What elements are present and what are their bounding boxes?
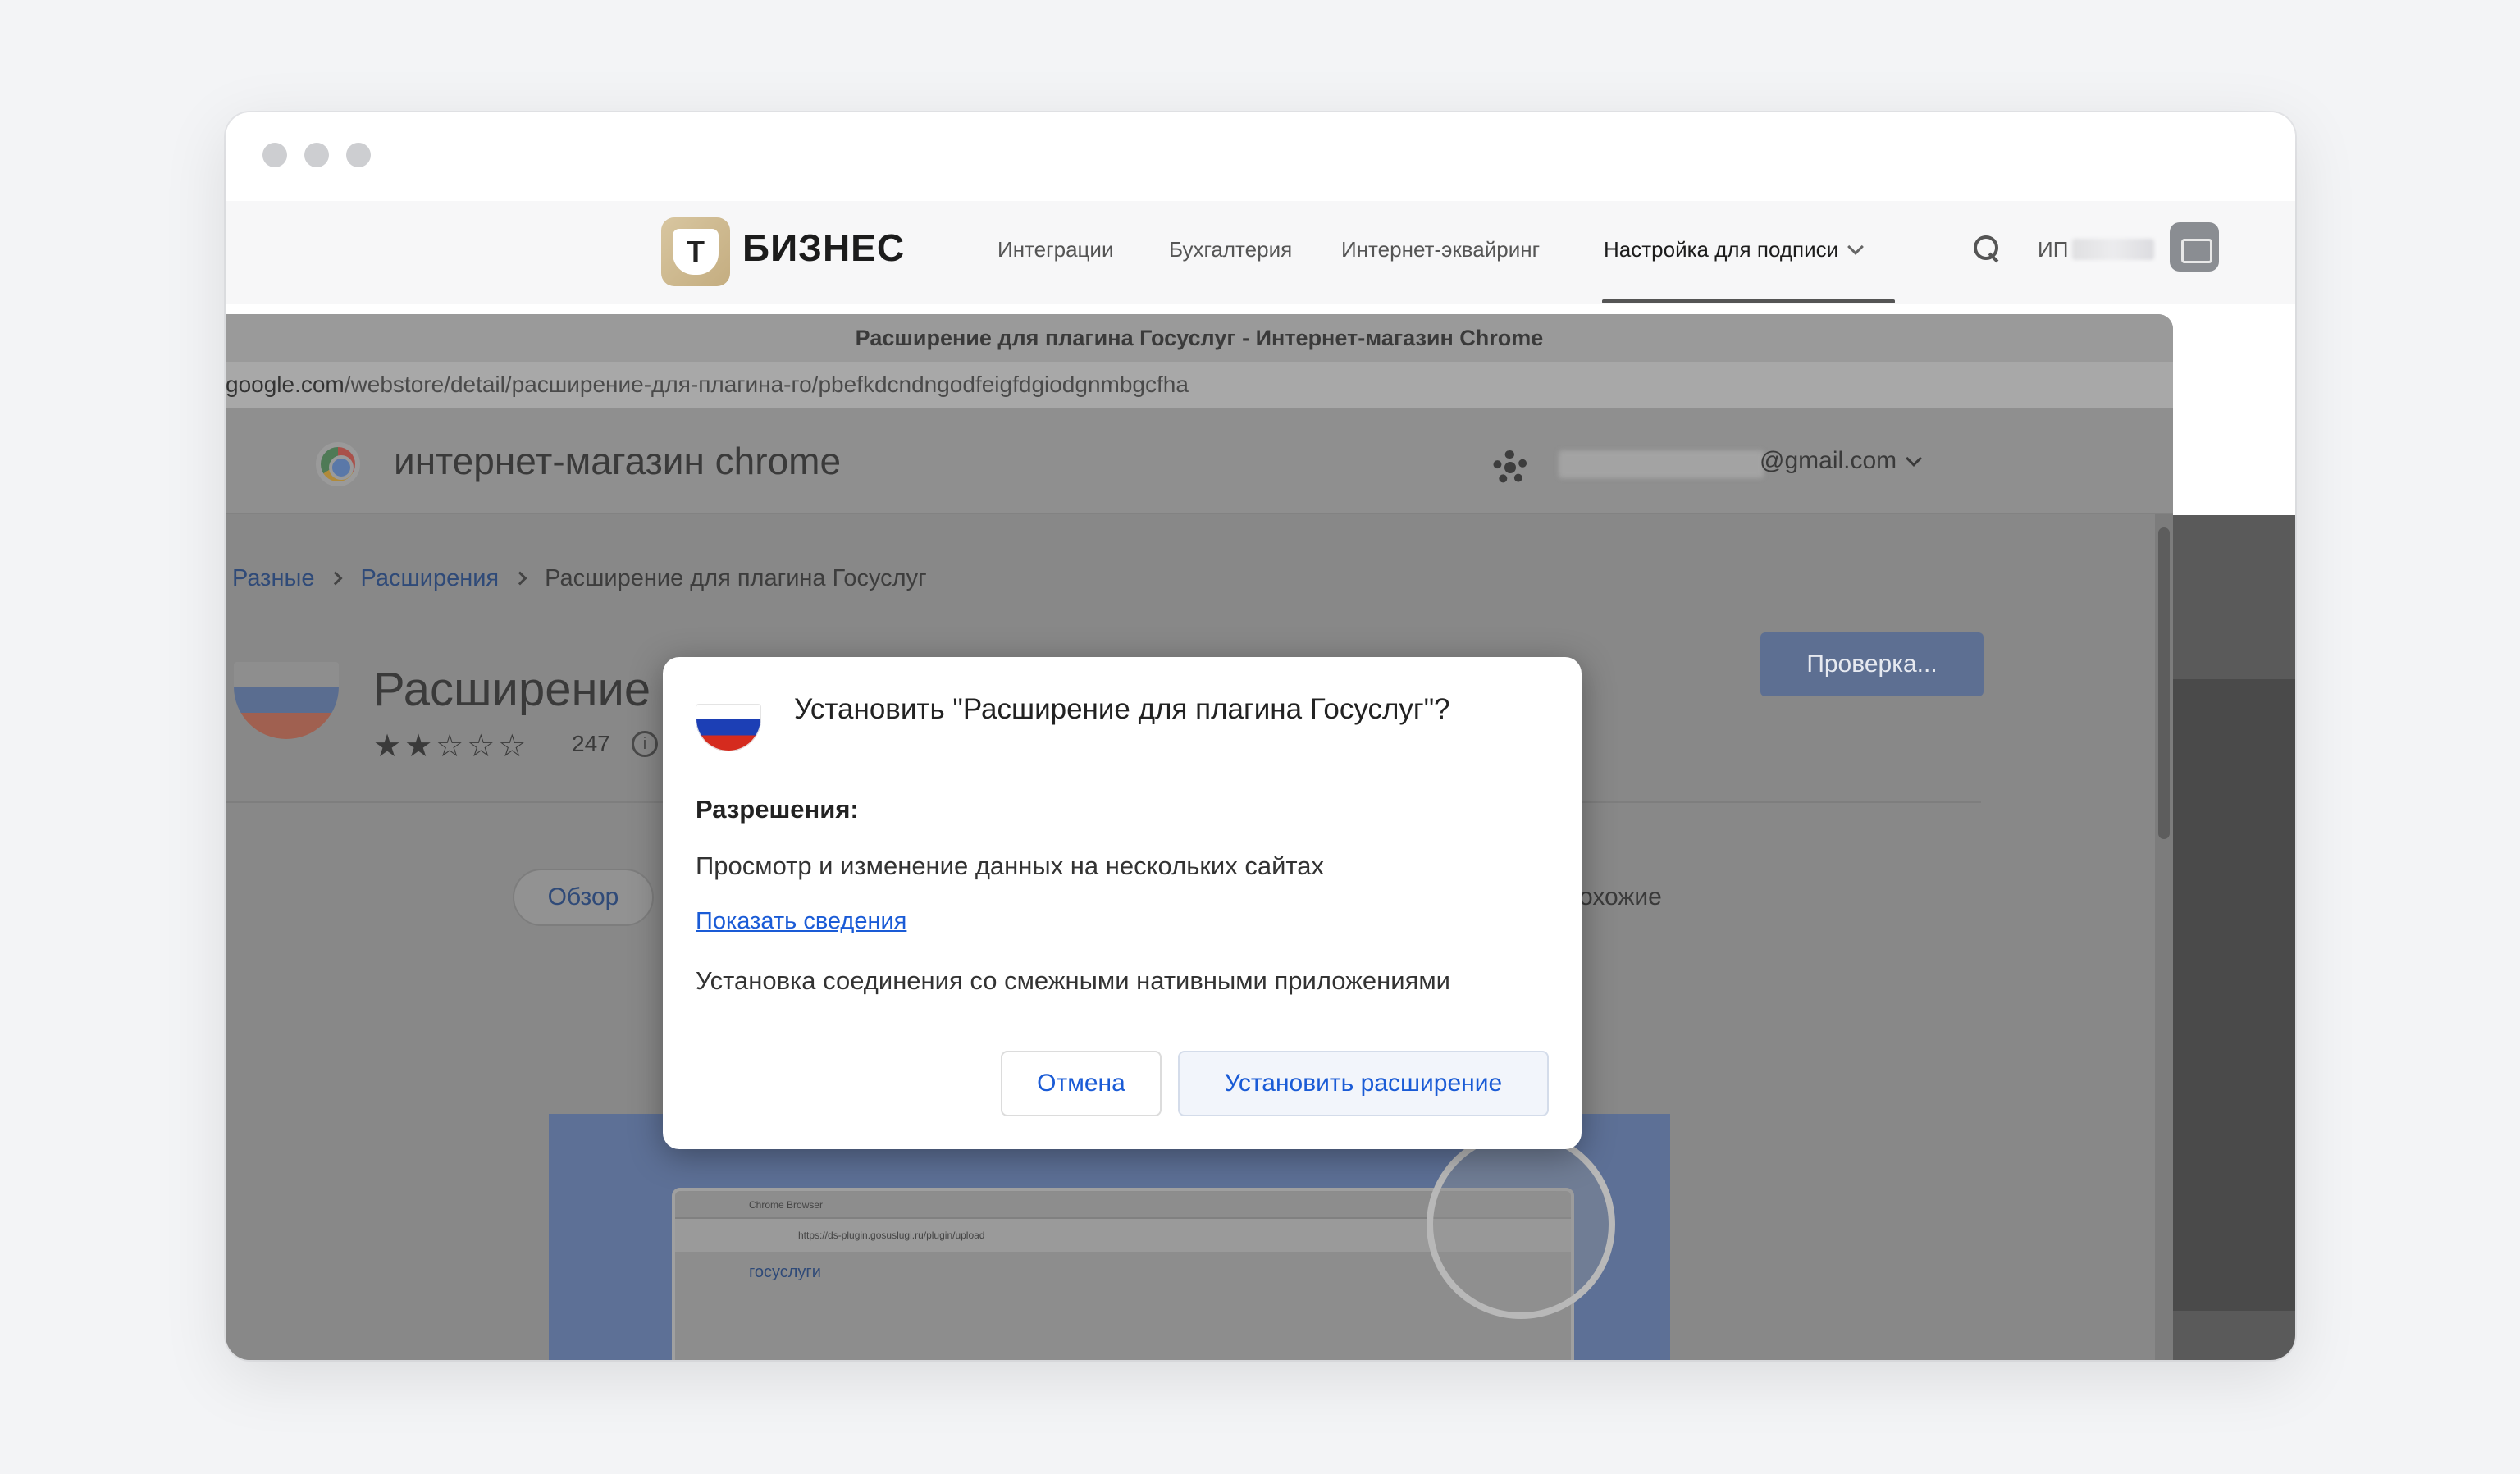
chrome-window-title: Расширение для плагина Госуслуг - Интерн… [226,314,2173,362]
chevron-right-icon [328,571,343,586]
nav-item-integrations[interactable]: Интеграции [998,237,1113,262]
breadcrumb-current: Расширение для плагина Госуслуг [545,565,927,591]
extension-name: Расширение [373,663,651,716]
nav-item-signature-setup[interactable]: Настройка для подписи [1604,237,1865,262]
extension-flag-icon [234,662,339,739]
dialog-title: Установить "Расширение для плагина Госус… [794,693,1450,725]
checking-button[interactable]: Проверка... [1760,632,1984,696]
breadcrumb-misc[interactable]: Разные [232,565,314,591]
url-host: google.com [226,372,345,397]
rating-count[interactable]: 247 [572,731,610,757]
chevron-right-icon [513,571,527,586]
scrollbar-thumb[interactable] [2158,527,2170,839]
user-name-blurred [2072,239,2154,260]
store-title[interactable]: интернет-магазин chrome [394,439,841,483]
rating-stars: ★★☆☆☆ [373,729,530,764]
store-header: интернет-магазин chrome @gmail.com [226,408,2173,514]
breadcrumb: Разные Расширения Расширение для плагина Г… [232,565,927,592]
info-icon[interactable]: i [632,731,658,757]
install-extension-dialog: Установить "Расширение для плагина Госус… [663,657,1582,1149]
chevron-down-icon [1906,450,1923,467]
dimmed-backdrop-panel [2173,679,2295,1311]
maximize-window-icon[interactable] [346,143,371,167]
brand-name[interactable]: БИЗНЕС [742,226,905,270]
breadcrumb-extensions[interactable]: Расширения [360,565,499,591]
logo-letter: Т [673,229,719,275]
permission-item: Установка соединения со смежными нативны… [696,966,1450,995]
extension-preview-image: Chrome Browser https://ds-plugin.gosuslu… [549,1114,1670,1360]
chevron-down-icon [1847,239,1865,255]
permissions-heading: Разрешения: [696,795,859,824]
nav-item-accounting[interactable]: Бухгалтерия [1169,237,1292,262]
gear-icon[interactable] [1493,450,1527,485]
chrome-store-logo-icon [316,442,360,486]
nav-item-label: Настройка для подписи [1604,237,1839,262]
tab-similar[interactable]: охожие [1579,883,1662,911]
minimize-window-icon[interactable] [304,143,329,167]
user-prefix: ИП [2038,237,2069,262]
site-header: Т БИЗНЕС Интеграции Бухгалтерия Интернет… [226,201,2295,304]
brand-logo-icon[interactable]: Т [661,217,730,286]
account-avatar-icon[interactable] [2170,222,2219,272]
russian-flag-icon [696,704,761,751]
account-email-domain: @gmail.com [1760,447,1897,474]
chrome-address-bar[interactable]: google.com/webstore/detail/расширение-дл… [226,362,2173,408]
cancel-button[interactable]: Отмена [1001,1051,1162,1116]
tab-overview[interactable]: Обзор [513,869,654,926]
install-extension-button[interactable]: Установить расширение [1178,1051,1549,1116]
account-email[interactable]: @gmail.com [1760,447,1923,475]
search-icon[interactable] [1974,235,2000,262]
window-titlebar [226,112,2295,201]
permission-item: Просмотр и изменение данных на нескольки… [696,851,1324,880]
active-nav-indicator [1602,299,1895,303]
nav-item-acquiring[interactable]: Интернет-эквайринг [1341,237,1540,262]
close-window-icon[interactable] [262,143,287,167]
url-path: /webstore/detail/расширение-для-плагина-… [344,372,1189,397]
show-details-link[interactable]: Показать сведения [696,908,906,935]
magnifier-icon [1427,1130,1615,1319]
account-email-blurred [1559,450,1764,478]
